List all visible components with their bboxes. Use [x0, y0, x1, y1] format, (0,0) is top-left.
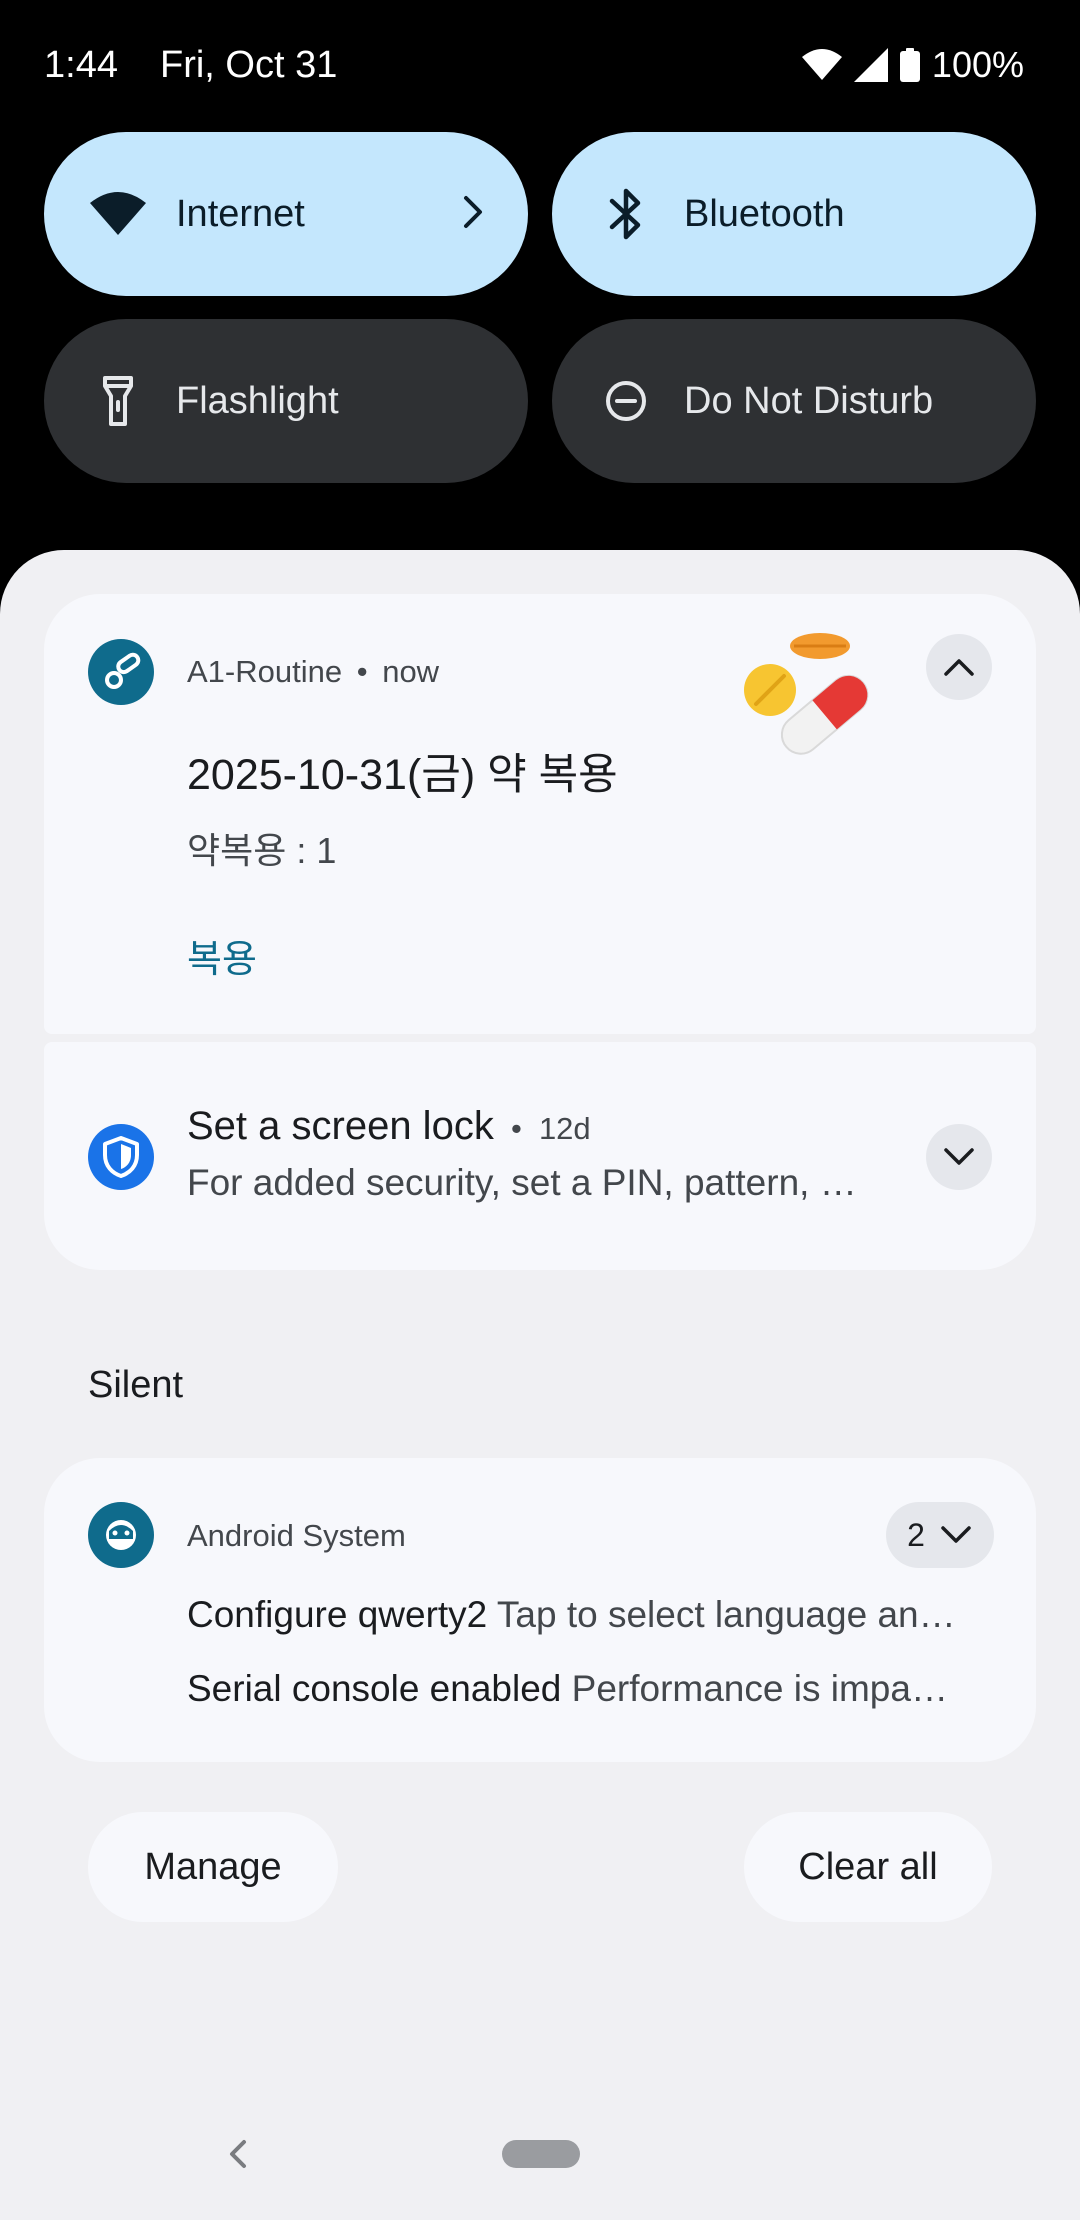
clock: 1:44: [44, 44, 118, 86]
notification-count: 2: [907, 1516, 925, 1553]
flashlight-icon: [88, 371, 148, 431]
notification-text: For added security, set a PIN, pattern, …: [187, 1162, 857, 1203]
notification-row-serial-console[interactable]: Serial console enabled Performance is im…: [187, 1668, 948, 1710]
flashlight-tile[interactable]: Flashlight: [44, 319, 528, 483]
manage-button[interactable]: Manage: [88, 1812, 338, 1922]
internet-tile[interactable]: Internet: [44, 132, 528, 296]
security-app-icon: [88, 1124, 154, 1190]
take-medication-action[interactable]: 복용: [187, 928, 257, 983]
back-icon[interactable]: [224, 2134, 254, 2179]
status-bar: 1:44 Fri, Oct 31 100%: [0, 0, 1080, 130]
silent-section-label: Silent: [88, 1364, 184, 1406]
battery-percent: 100%: [931, 44, 1024, 85]
clear-all-button[interactable]: Clear all: [744, 1812, 992, 1922]
app-name: Android System: [187, 1518, 406, 1553]
tile-label: Do Not Disturb: [684, 379, 934, 422]
tile-label: Bluetooth: [684, 192, 845, 235]
wifi-icon: [88, 184, 148, 244]
bluetooth-icon: [596, 184, 656, 244]
a1-routine-notification[interactable]: A1-Routine • now 2025-10-31(금) 약 복용 약복용 …: [44, 594, 1036, 1034]
notification-title: Set a screen lock • 12d: [187, 1104, 591, 1148]
notification-title: 2025-10-31(금) 약 복용: [187, 751, 618, 799]
android-system-notification[interactable]: Android System 2 Configure qwerty2 Tap t…: [44, 1458, 1036, 1762]
chevron-down-icon: [944, 1148, 974, 1165]
android-icon: [88, 1502, 154, 1568]
expand-button[interactable]: [926, 1124, 992, 1190]
tile-label: Flashlight: [176, 379, 339, 422]
tile-label: Internet: [176, 192, 305, 235]
bluetooth-tile[interactable]: Bluetooth: [552, 132, 1036, 296]
cellular-signal-icon: [853, 48, 888, 82]
notification-row-qwerty[interactable]: Configure qwerty2 Tap to select language…: [187, 1594, 956, 1636]
chevron-right-icon: [460, 188, 488, 241]
do-not-disturb-icon: [596, 371, 656, 431]
app-name: A1-Routine • now: [187, 654, 440, 689]
chevron-down-icon: [941, 1526, 971, 1543]
do-not-disturb-tile[interactable]: Do Not Disturb: [552, 319, 1036, 483]
wifi-signal-icon: [801, 49, 842, 81]
home-handle[interactable]: [502, 2140, 580, 2168]
pills-icon: [744, 630, 884, 775]
notification-text: 약복용 : 1: [187, 830, 337, 871]
chevron-up-icon: [944, 659, 974, 676]
screen-lock-notification[interactable]: Set a screen lock • 12d For added securi…: [44, 1042, 1036, 1270]
date: Fri, Oct 31: [160, 44, 338, 86]
collapse-button[interactable]: [926, 634, 992, 700]
a1-routine-app-icon: [88, 639, 154, 705]
battery-icon: [899, 48, 920, 82]
status-icons: 100%: [801, 44, 1024, 86]
group-expand-button[interactable]: 2: [886, 1502, 994, 1568]
shield-icon: [103, 1136, 139, 1178]
